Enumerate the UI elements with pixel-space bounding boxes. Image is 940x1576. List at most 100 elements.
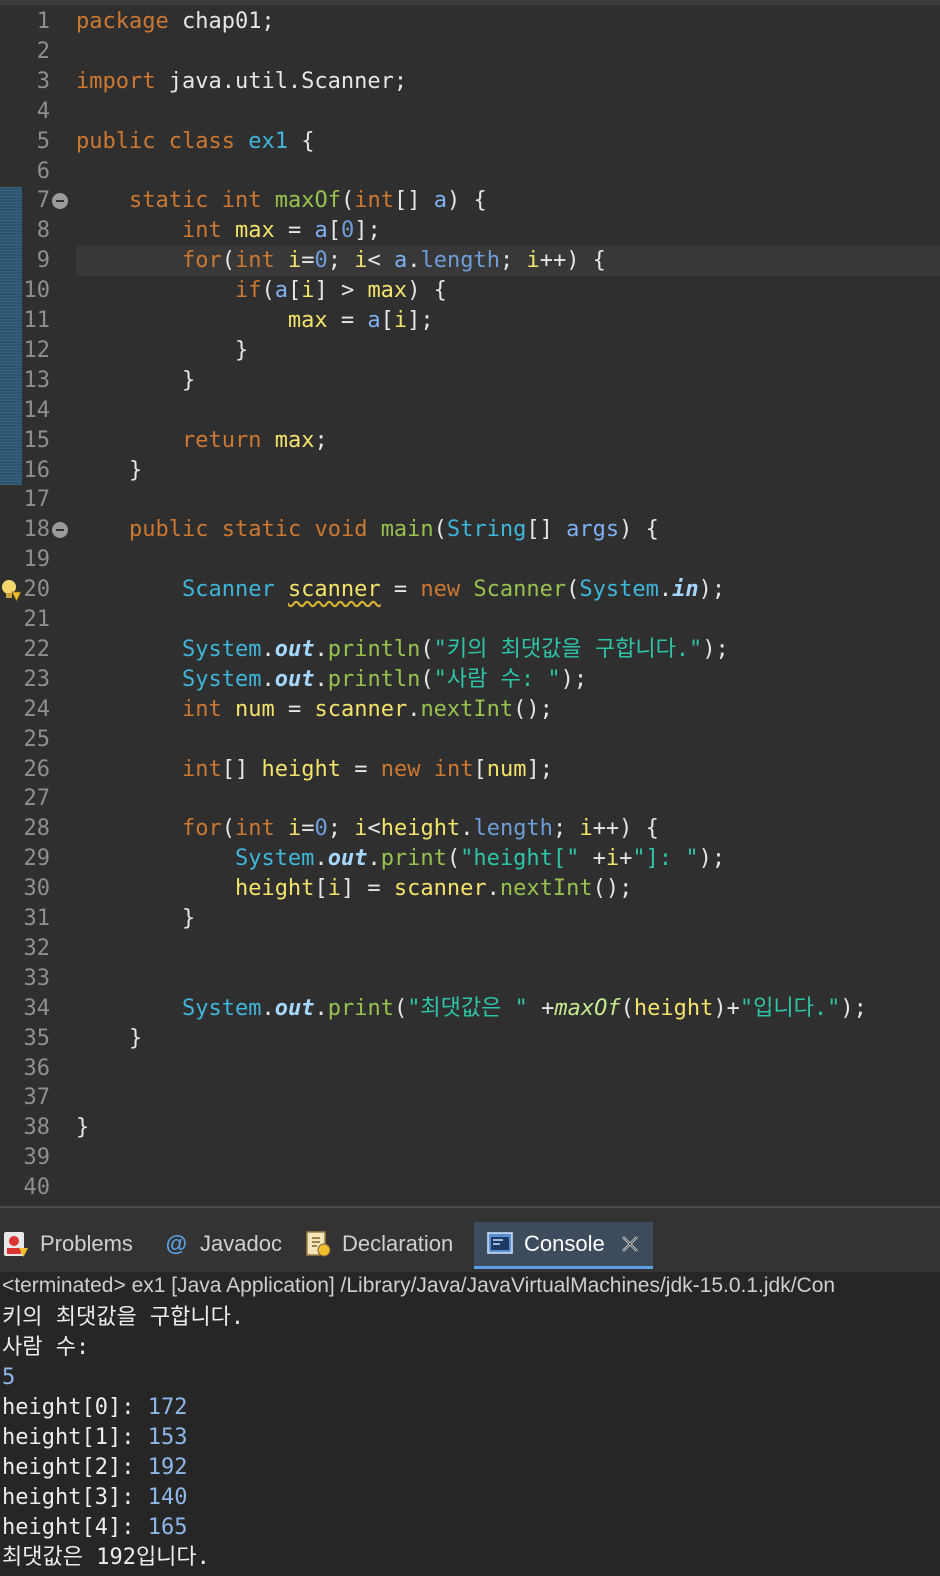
- code-line[interactable]: 12 }: [0, 336, 940, 366]
- code-line[interactable]: 33: [0, 964, 940, 994]
- line-number: 2: [36, 38, 50, 64]
- code-line[interactable]: 3 import java.util.Scanner;: [0, 67, 940, 97]
- code-line[interactable]: 37: [0, 1083, 940, 1113]
- line-number: 35: [23, 1025, 51, 1051]
- code-line[interactable]: 19: [0, 545, 940, 575]
- code-line[interactable]: 2: [0, 37, 940, 67]
- code-line[interactable]: 30 height[i] = scanner.nextInt();: [0, 874, 940, 904]
- bottom-panel: Problems @ Javadoc Declaration Console <…: [0, 1206, 940, 1576]
- code-token: [: [287, 278, 302, 304]
- code-line[interactable]: 1 package chap01;: [0, 7, 940, 37]
- code-line[interactable]: 9 for(int i=0; i< a.length; i++) {: [0, 246, 940, 277]
- code-line[interactable]: 15 return max;: [0, 426, 940, 456]
- code-token: (: [620, 995, 634, 1021]
- code-token: .: [658, 577, 673, 603]
- line-number: 30: [23, 876, 51, 902]
- code-line[interactable]: 26 int[] height = new int[num];: [0, 755, 940, 785]
- code-token: in: [672, 577, 699, 603]
- code-token: (: [340, 188, 355, 214]
- code-line[interactable]: 14: [0, 396, 940, 426]
- fold-collapse-icon[interactable]: [52, 522, 68, 539]
- code-token: ;: [499, 248, 527, 274]
- code-token: static: [128, 188, 209, 214]
- code-token: i: [579, 816, 593, 842]
- code-line[interactable]: 13 }: [0, 366, 940, 396]
- code-token: scanner: [287, 577, 381, 603]
- code-line[interactable]: 8 int max = a[0];: [0, 216, 940, 246]
- line-number: 33: [23, 965, 51, 991]
- code-token: ] >: [314, 278, 368, 304]
- code-line[interactable]: 35 }: [0, 1024, 940, 1054]
- code-line[interactable]: 7 static int maxOf(int[] a) {: [0, 186, 940, 216]
- code-line[interactable]: 23 System.out.println("사람 수: ");: [0, 665, 940, 695]
- code-token: int: [181, 696, 222, 722]
- line-number: 37: [23, 1085, 51, 1111]
- tab-problems[interactable]: Problems: [2, 1222, 133, 1266]
- code-token: ];: [354, 218, 381, 244]
- line-number: 27: [23, 786, 51, 812]
- code-token: (: [221, 816, 235, 842]
- code-line[interactable]: 17: [0, 485, 940, 515]
- tab-console[interactable]: Console: [474, 1222, 653, 1269]
- code-line[interactable]: 21: [0, 605, 940, 635]
- code-line[interactable]: 22 System.out.println("키의 최댓값을 구합니다.");: [0, 635, 940, 665]
- console-output-text: 사람 수:: [2, 1335, 103, 1360]
- code-token: Scanner: [473, 577, 567, 603]
- code-line[interactable]: 32: [0, 934, 940, 964]
- code-token: 0: [340, 218, 355, 244]
- tab-javadoc[interactable]: @ Javadoc: [162, 1222, 282, 1266]
- code-token: ) {: [407, 278, 447, 304]
- console-line: 사람 수:: [2, 1333, 102, 1363]
- code-line[interactable]: 25: [0, 725, 940, 755]
- console-user-input: 192: [147, 1455, 188, 1480]
- code-line[interactable]: 11 max = a[i];: [0, 306, 940, 336]
- code-line[interactable]: 40: [0, 1173, 940, 1203]
- line-number: 7: [36, 188, 50, 214]
- code-token: java.util.Scanner;: [155, 68, 408, 94]
- editor-top-border: [0, 0, 940, 5]
- code-line[interactable]: 38}: [0, 1113, 940, 1143]
- code-token: "]: ": [632, 846, 699, 872]
- code-text: Scanner scanner = new Scanner(System.in)…: [76, 575, 940, 605]
- tab-declaration-label: Declaration: [342, 1231, 454, 1256]
- close-icon[interactable]: [619, 1233, 641, 1255]
- code-token: maxOf: [554, 995, 621, 1021]
- line-number: 12: [23, 337, 51, 363]
- code-line[interactable]: 5 public class ex1 {: [0, 127, 940, 157]
- console-output-text: 키의 최댓값을 구합니다.: [2, 1305, 245, 1330]
- line-number: 31: [23, 906, 51, 931]
- tab-declaration[interactable]: Declaration: [304, 1222, 453, 1266]
- code-line[interactable]: 18 public static void main(String[] args…: [0, 515, 940, 545]
- code-line[interactable]: 28 for(int i=0; i<height.length; i++) {: [0, 814, 940, 844]
- code-line[interactable]: 10 if(a[i] > max) {: [0, 276, 940, 306]
- warning-bulb-icon[interactable]: [0, 578, 22, 602]
- code-line[interactable]: 39: [0, 1143, 940, 1173]
- code-editor[interactable]: 1 package chap01; 2 3 import java.util.Scann…: [0, 0, 940, 1206]
- code-line[interactable]: 27: [0, 784, 940, 814]
- code-token: );: [702, 636, 729, 662]
- code-token: System: [181, 636, 262, 662]
- code-line[interactable]: 4: [0, 97, 940, 127]
- code-line[interactable]: 29 System.out.print("height[" +i+"]: ");: [0, 844, 940, 874]
- line-number: 21: [23, 607, 51, 632]
- code-line[interactable]: 34 System.out.print("최댓값은 " +maxOf(heigh…: [0, 994, 940, 1024]
- code-token: 0: [314, 816, 328, 842]
- code-line[interactable]: 16 }: [0, 456, 940, 486]
- code-line[interactable]: 6: [0, 157, 940, 187]
- code-line[interactable]: 24 int num = scanner.nextInt();: [0, 695, 940, 725]
- code-line[interactable]: 36: [0, 1054, 940, 1084]
- fold-collapse-icon[interactable]: [52, 193, 68, 210]
- code-token: }: [76, 457, 143, 483]
- code-token: (: [261, 278, 275, 304]
- code-line[interactable]: 20 Scanner scanner = new Scanner(System.…: [0, 575, 940, 605]
- line-number: 25: [23, 726, 51, 752]
- code-line[interactable]: 31 }: [0, 904, 940, 934]
